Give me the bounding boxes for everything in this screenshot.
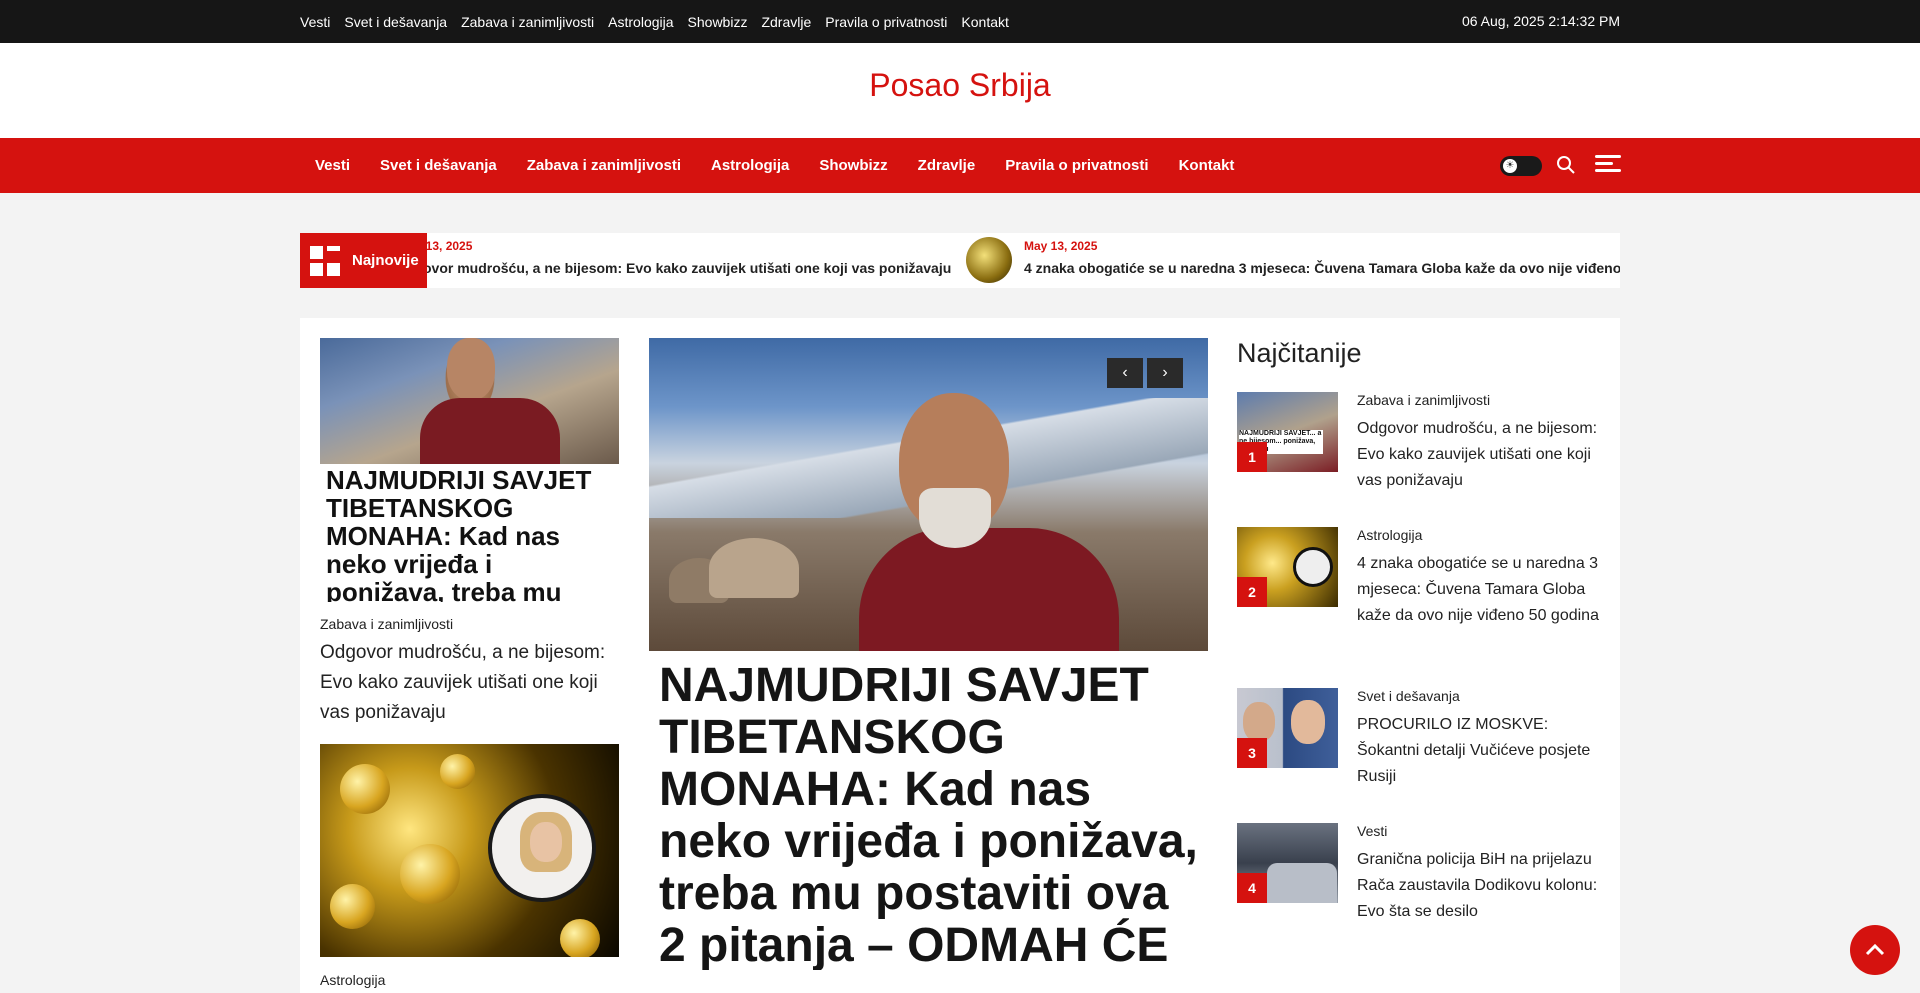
ticker-item-title: 4 znaka obogatiće se u naredna 3 mjeseca… bbox=[1024, 260, 1620, 276]
article-image-monk[interactable] bbox=[320, 338, 619, 464]
ticker-item[interactable]: May 13, 2025 4 znaka obogatiće se u nare… bbox=[966, 233, 1620, 288]
main-nav-links: Vesti Svet i dešavanja Zabava i zanimlji… bbox=[300, 138, 1249, 193]
top-nav-kontakt[interactable]: Kontakt bbox=[961, 14, 1008, 30]
most-read-title: Najčitanije bbox=[1237, 338, 1362, 368]
back-to-top-button[interactable] bbox=[1850, 925, 1900, 975]
top-nav: Vesti Svet i dešavanja Zabava i zanimlji… bbox=[300, 0, 1023, 43]
main-nav-showbizz[interactable]: Showbizz bbox=[804, 157, 902, 174]
rank-badge: 2 bbox=[1237, 577, 1267, 607]
rank-badge: 4 bbox=[1237, 873, 1267, 903]
brand-header: Posao Srbija bbox=[0, 43, 1920, 138]
most-read-thumbnail[interactable]: 3 bbox=[1237, 688, 1338, 768]
top-nav-showbizz[interactable]: Showbizz bbox=[688, 14, 748, 30]
top-nav-zabava[interactable]: Zabava i zanimljivosti bbox=[461, 14, 594, 30]
article-category[interactable]: Zabava i zanimljivosti bbox=[320, 616, 453, 632]
main-nav-zabava[interactable]: Zabava i zanimljivosti bbox=[512, 157, 696, 174]
main-nav: Vesti Svet i dešavanja Zabava i zanimlji… bbox=[0, 138, 1920, 193]
top-nav-vesti[interactable]: Vesti bbox=[300, 14, 330, 30]
ticker-item-thumbnail bbox=[966, 237, 1012, 283]
featured-headline[interactable]: NAJMUDRIJI SAVJET TIBETANSKOG MONAHA: Ka… bbox=[659, 660, 1208, 970]
chevron-right-icon[interactable]: › bbox=[1147, 358, 1183, 388]
most-read-title-link[interactable]: 4 znaka obogatiće se u naredna 3 mjeseca… bbox=[1357, 551, 1602, 629]
main-nav-svet[interactable]: Svet i dešavanja bbox=[365, 157, 512, 174]
search-icon[interactable] bbox=[1555, 154, 1577, 176]
site-logo[interactable]: Posao Srbija bbox=[869, 67, 1050, 104]
most-read-category[interactable]: Astrologija bbox=[1357, 527, 1422, 543]
grid-icon bbox=[310, 245, 340, 276]
article-category[interactable]: Astrologija bbox=[320, 972, 385, 988]
featured-slider-image[interactable]: ‹ › bbox=[649, 338, 1208, 651]
chevron-left-icon[interactable]: ‹ bbox=[1107, 358, 1143, 388]
chevron-up-icon bbox=[1865, 943, 1885, 956]
ticker-label-text: Najnovije bbox=[352, 252, 419, 269]
current-datetime: 06 Aug, 2025 2:14:32 PM bbox=[1461, 13, 1620, 29]
main-nav-vesti[interactable]: Vesti bbox=[300, 157, 365, 174]
rank-badge: 3 bbox=[1237, 738, 1267, 768]
most-read-category[interactable]: Zabava i zanimljivosti bbox=[1357, 392, 1490, 408]
most-read-title-link[interactable]: Odgovor mudrošću, a ne bijesom: Evo kako… bbox=[1357, 416, 1602, 494]
hamburger-menu-icon[interactable] bbox=[1595, 155, 1621, 175]
theme-toggle-icon[interactable]: ☀ bbox=[1500, 156, 1542, 176]
ticker-label: Najnovije bbox=[300, 233, 427, 288]
top-nav-astrologija[interactable]: Astrologija bbox=[608, 14, 673, 30]
ticker-item-title: Odgovor mudrošću, a ne bijesom: Evo kako… bbox=[395, 260, 952, 276]
most-read-title-link[interactable]: Granična policija BiH na prijelazu Rača … bbox=[1357, 847, 1602, 925]
latest-news-ticker: Najnovije May 13, 2025 Odgovor mudrošću,… bbox=[300, 233, 1620, 288]
top-nav-zdravlje[interactable]: Zdravlje bbox=[761, 14, 811, 30]
main-nav-privatnost[interactable]: Pravila o privatnosti bbox=[990, 157, 1163, 174]
article-title[interactable]: Odgovor mudrošću, a ne bijesom: Evo kako… bbox=[320, 638, 620, 728]
most-read-thumbnail[interactable]: 4 bbox=[1237, 823, 1338, 903]
main-nav-astrologija[interactable]: Astrologija bbox=[696, 157, 804, 174]
article-image-headline: NAJMUDRIJI SAVJET TIBETANSKOG MONAHA: Ka… bbox=[326, 466, 592, 602]
main-nav-zdravlje[interactable]: Zdravlje bbox=[903, 157, 991, 174]
most-read-thumbnail[interactable]: NAJMUDRIJI SAVJET... a ne bijesom... pon… bbox=[1237, 392, 1338, 472]
most-read-thumbnail[interactable]: 2 bbox=[1237, 527, 1338, 607]
most-read-title-link[interactable]: PROCURILO IZ MOSKVE: Šokantni detalji Vu… bbox=[1357, 712, 1602, 790]
sun-icon: ☀ bbox=[1503, 159, 1517, 173]
most-read-category[interactable]: Svet i dešavanja bbox=[1357, 688, 1460, 704]
top-nav-svet[interactable]: Svet i dešavanja bbox=[344, 14, 447, 30]
portrait-image bbox=[488, 794, 596, 902]
main-nav-kontakt[interactable]: Kontakt bbox=[1164, 157, 1250, 174]
top-bar: Vesti Svet i dešavanja Zabava i zanimlji… bbox=[0, 0, 1920, 43]
most-read-category[interactable]: Vesti bbox=[1357, 823, 1387, 839]
top-nav-privatnost[interactable]: Pravila o privatnosti bbox=[825, 14, 947, 30]
article-image-coins[interactable] bbox=[320, 744, 619, 957]
ticker-item-date: May 13, 2025 bbox=[1024, 239, 1098, 253]
rank-badge: 1 bbox=[1237, 442, 1267, 472]
